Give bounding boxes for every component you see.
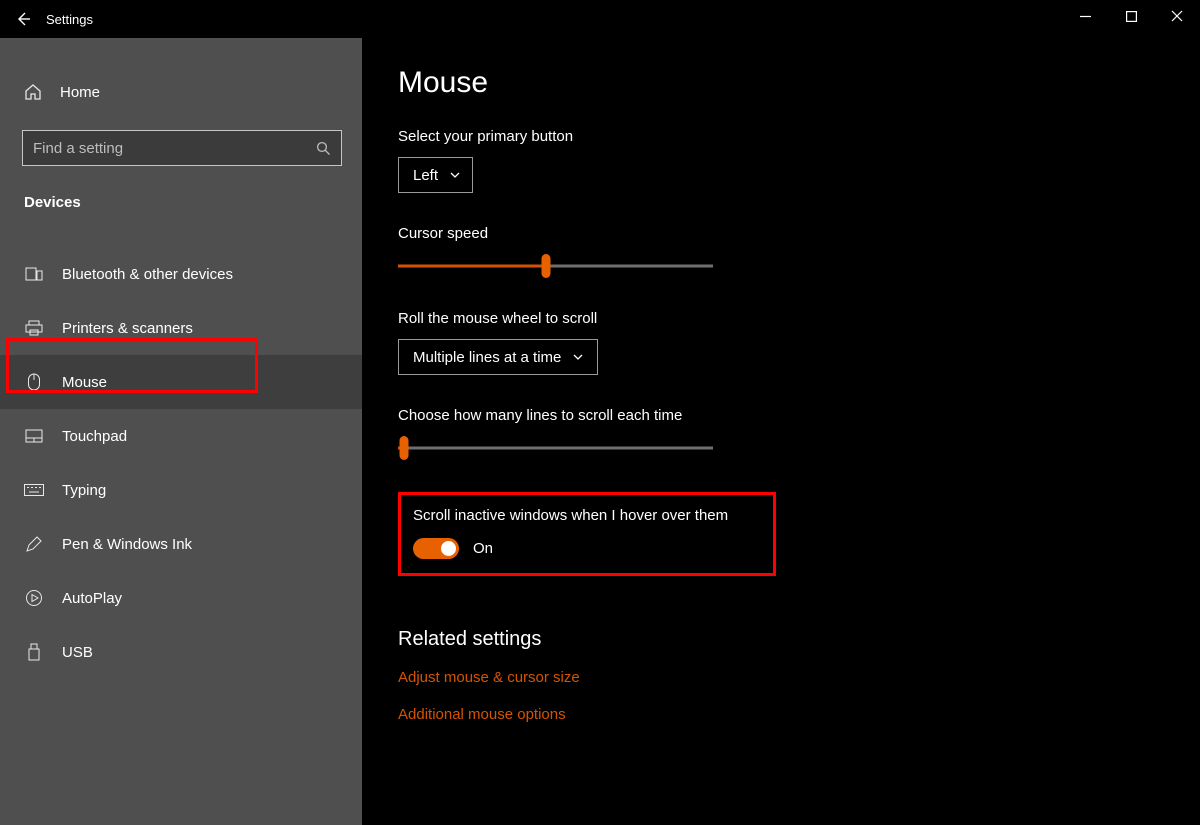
slider-track [398, 447, 713, 450]
highlight-scroll-inactive: Scroll inactive windows when I hover ove… [398, 492, 776, 576]
sidebar: Home Devices Bl [0, 38, 362, 825]
chevron-down-icon [450, 172, 460, 178]
sidebar-item-mouse[interactable]: Mouse [0, 355, 362, 409]
cursor-speed-slider[interactable] [398, 254, 713, 278]
sidebar-item-pen[interactable]: Pen & Windows Ink [0, 517, 362, 571]
search-icon [316, 141, 331, 156]
settings-window: Settings Home [0, 0, 1200, 825]
sidebar-item-typing[interactable]: Typing [0, 463, 362, 517]
back-button[interactable] [0, 0, 46, 38]
usb-icon [24, 643, 44, 661]
sidebar-item-label: Printers & scanners [62, 320, 193, 337]
link-adjust-cursor-size[interactable]: Adjust mouse & cursor size [398, 669, 1164, 686]
slider-thumb[interactable] [400, 436, 409, 460]
scroll-wheel-label: Roll the mouse wheel to scroll [398, 310, 1164, 327]
sidebar-item-label: AutoPlay [62, 590, 122, 607]
sidebar-item-label: Typing [62, 482, 106, 499]
lines-slider[interactable] [398, 436, 713, 460]
sidebar-item-label: Mouse [62, 374, 107, 391]
link-additional-mouse-options[interactable]: Additional mouse options [398, 706, 1164, 723]
sidebar-section-heading: Devices [0, 166, 362, 221]
titlebar: Settings [0, 0, 1200, 38]
maximize-icon [1126, 11, 1137, 22]
window-controls [1062, 0, 1200, 32]
maximize-button[interactable] [1108, 0, 1154, 32]
search-input[interactable] [33, 140, 316, 157]
printer-icon [24, 320, 44, 336]
primary-button-group: Select your primary button Left [398, 128, 1164, 193]
sidebar-item-bluetooth[interactable]: Bluetooth & other devices [0, 247, 362, 301]
sidebar-item-autoplay[interactable]: AutoPlay [0, 571, 362, 625]
scroll-wheel-value: Multiple lines at a time [413, 349, 561, 366]
autoplay-icon [24, 589, 44, 607]
lines-group: Choose how many lines to scroll each tim… [398, 407, 1164, 460]
search-input-container[interactable] [22, 130, 342, 166]
slider-fill [398, 265, 546, 268]
primary-button-label: Select your primary button [398, 128, 1164, 145]
body: Home Devices Bl [0, 38, 1200, 825]
main-content: Mouse Select your primary button Left Cu… [362, 38, 1200, 825]
window-title: Settings [46, 12, 93, 27]
sidebar-item-touchpad[interactable]: Touchpad [0, 409, 362, 463]
minimize-icon [1080, 11, 1091, 22]
toggle-knob [441, 541, 456, 556]
chevron-down-icon [573, 354, 583, 360]
home-nav[interactable]: Home [0, 68, 362, 116]
lines-label: Choose how many lines to scroll each tim… [398, 407, 1164, 424]
sidebar-item-label: Touchpad [62, 428, 127, 445]
page-title: Mouse [398, 66, 1164, 100]
sidebar-item-usb[interactable]: USB [0, 625, 362, 679]
sidebar-item-printers[interactable]: Printers & scanners [0, 301, 362, 355]
primary-button-dropdown[interactable]: Left [398, 157, 473, 193]
pen-icon [24, 535, 44, 553]
inactive-scroll-label: Scroll inactive windows when I hover ove… [413, 507, 761, 524]
cursor-speed-group: Cursor speed [398, 225, 1164, 278]
sidebar-item-label: Pen & Windows Ink [62, 536, 192, 553]
close-button[interactable] [1154, 0, 1200, 32]
close-icon [1171, 10, 1183, 22]
scroll-wheel-group: Roll the mouse wheel to scroll Multiple … [398, 310, 1164, 375]
scroll-wheel-dropdown[interactable]: Multiple lines at a time [398, 339, 598, 375]
minimize-button[interactable] [1062, 0, 1108, 32]
slider-thumb[interactable] [542, 254, 551, 278]
mouse-icon [24, 373, 44, 391]
arrow-left-icon [15, 11, 31, 27]
inactive-scroll-row: On [413, 538, 761, 559]
home-label: Home [60, 84, 100, 101]
sidebar-item-label: USB [62, 644, 93, 661]
sidebar-item-label: Bluetooth & other devices [62, 266, 233, 283]
home-icon [24, 83, 42, 101]
cursor-speed-label: Cursor speed [398, 225, 1164, 242]
devices-icon [24, 266, 44, 282]
primary-button-value: Left [413, 167, 438, 184]
inactive-scroll-toggle[interactable] [413, 538, 459, 559]
inactive-scroll-state: On [473, 540, 493, 557]
touchpad-icon [24, 429, 44, 443]
sidebar-nav: Bluetooth & other devices Printers & sca… [0, 247, 362, 679]
related-settings-heading: Related settings [398, 628, 1164, 651]
keyboard-icon [24, 484, 44, 496]
